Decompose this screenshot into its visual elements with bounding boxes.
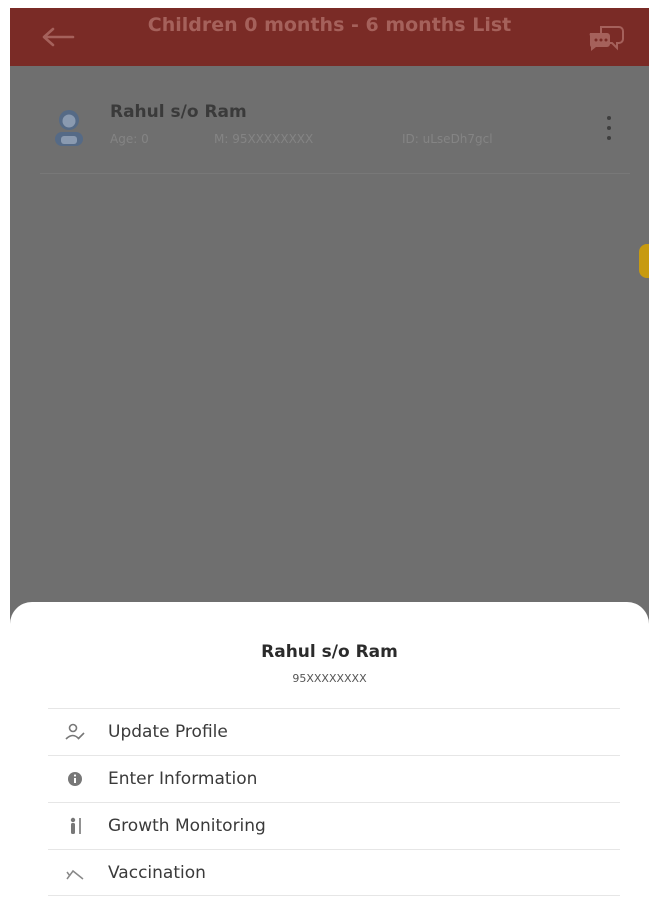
child-name: Rahul s/o Ram bbox=[110, 102, 247, 122]
menu-item-growth-monitoring[interactable]: Growth Monitoring bbox=[48, 802, 620, 849]
menu-item-label: Enter Information bbox=[108, 769, 258, 789]
menu-item-label: Vaccination bbox=[108, 862, 206, 883]
chat-bubbles-icon bbox=[589, 26, 624, 51]
syringe-icon bbox=[64, 863, 86, 883]
sheet-child-name: Rahul s/o Ram bbox=[261, 642, 398, 662]
bottom-sheet: Rahul s/o Ram 95XXXXXXXX Update Profile bbox=[10, 602, 649, 898]
children-list: Rahul s/o Ram Age: 0 M: 95XXXXXXXX ID: u… bbox=[10, 66, 649, 626]
child-id: ID: uLseDh7gcl bbox=[402, 132, 493, 146]
height-measure-icon bbox=[64, 816, 86, 836]
menu-item-update-profile[interactable]: Update Profile bbox=[48, 708, 620, 755]
app-bar: Children 0 months - 6 months List bbox=[10, 8, 649, 66]
menu-item-label: Growth Monitoring bbox=[108, 816, 266, 836]
action-menu: Update Profile Enter Information Growth … bbox=[48, 708, 620, 896]
screen: Children 0 months - 6 months List Rahul … bbox=[0, 0, 649, 898]
floating-handle[interactable] bbox=[639, 244, 649, 278]
child-mobile: M: 95XXXXXXXX bbox=[214, 132, 314, 146]
menu-item-vaccination[interactable]: Vaccination bbox=[48, 849, 620, 896]
sheet-child-mobile: 95XXXXXXXX bbox=[292, 672, 367, 685]
arrow-left-icon bbox=[42, 27, 75, 47]
child-age: Age: 0 bbox=[110, 132, 149, 146]
back-button[interactable] bbox=[40, 22, 76, 52]
user-edit-icon bbox=[64, 722, 86, 742]
page-title: Children 0 months - 6 months List bbox=[147, 14, 512, 36]
chat-button[interactable] bbox=[587, 24, 625, 52]
info-icon bbox=[64, 769, 86, 789]
screen-edge bbox=[0, 0, 10, 898]
kebab-menu-icon[interactable] bbox=[602, 114, 616, 142]
child-avatar-icon bbox=[55, 110, 83, 146]
menu-item-enter-information[interactable]: Enter Information bbox=[48, 755, 620, 802]
menu-item-label: Update Profile bbox=[108, 722, 228, 742]
list-item[interactable]: Rahul s/o Ram Age: 0 M: 95XXXXXXXX ID: u… bbox=[40, 88, 630, 174]
